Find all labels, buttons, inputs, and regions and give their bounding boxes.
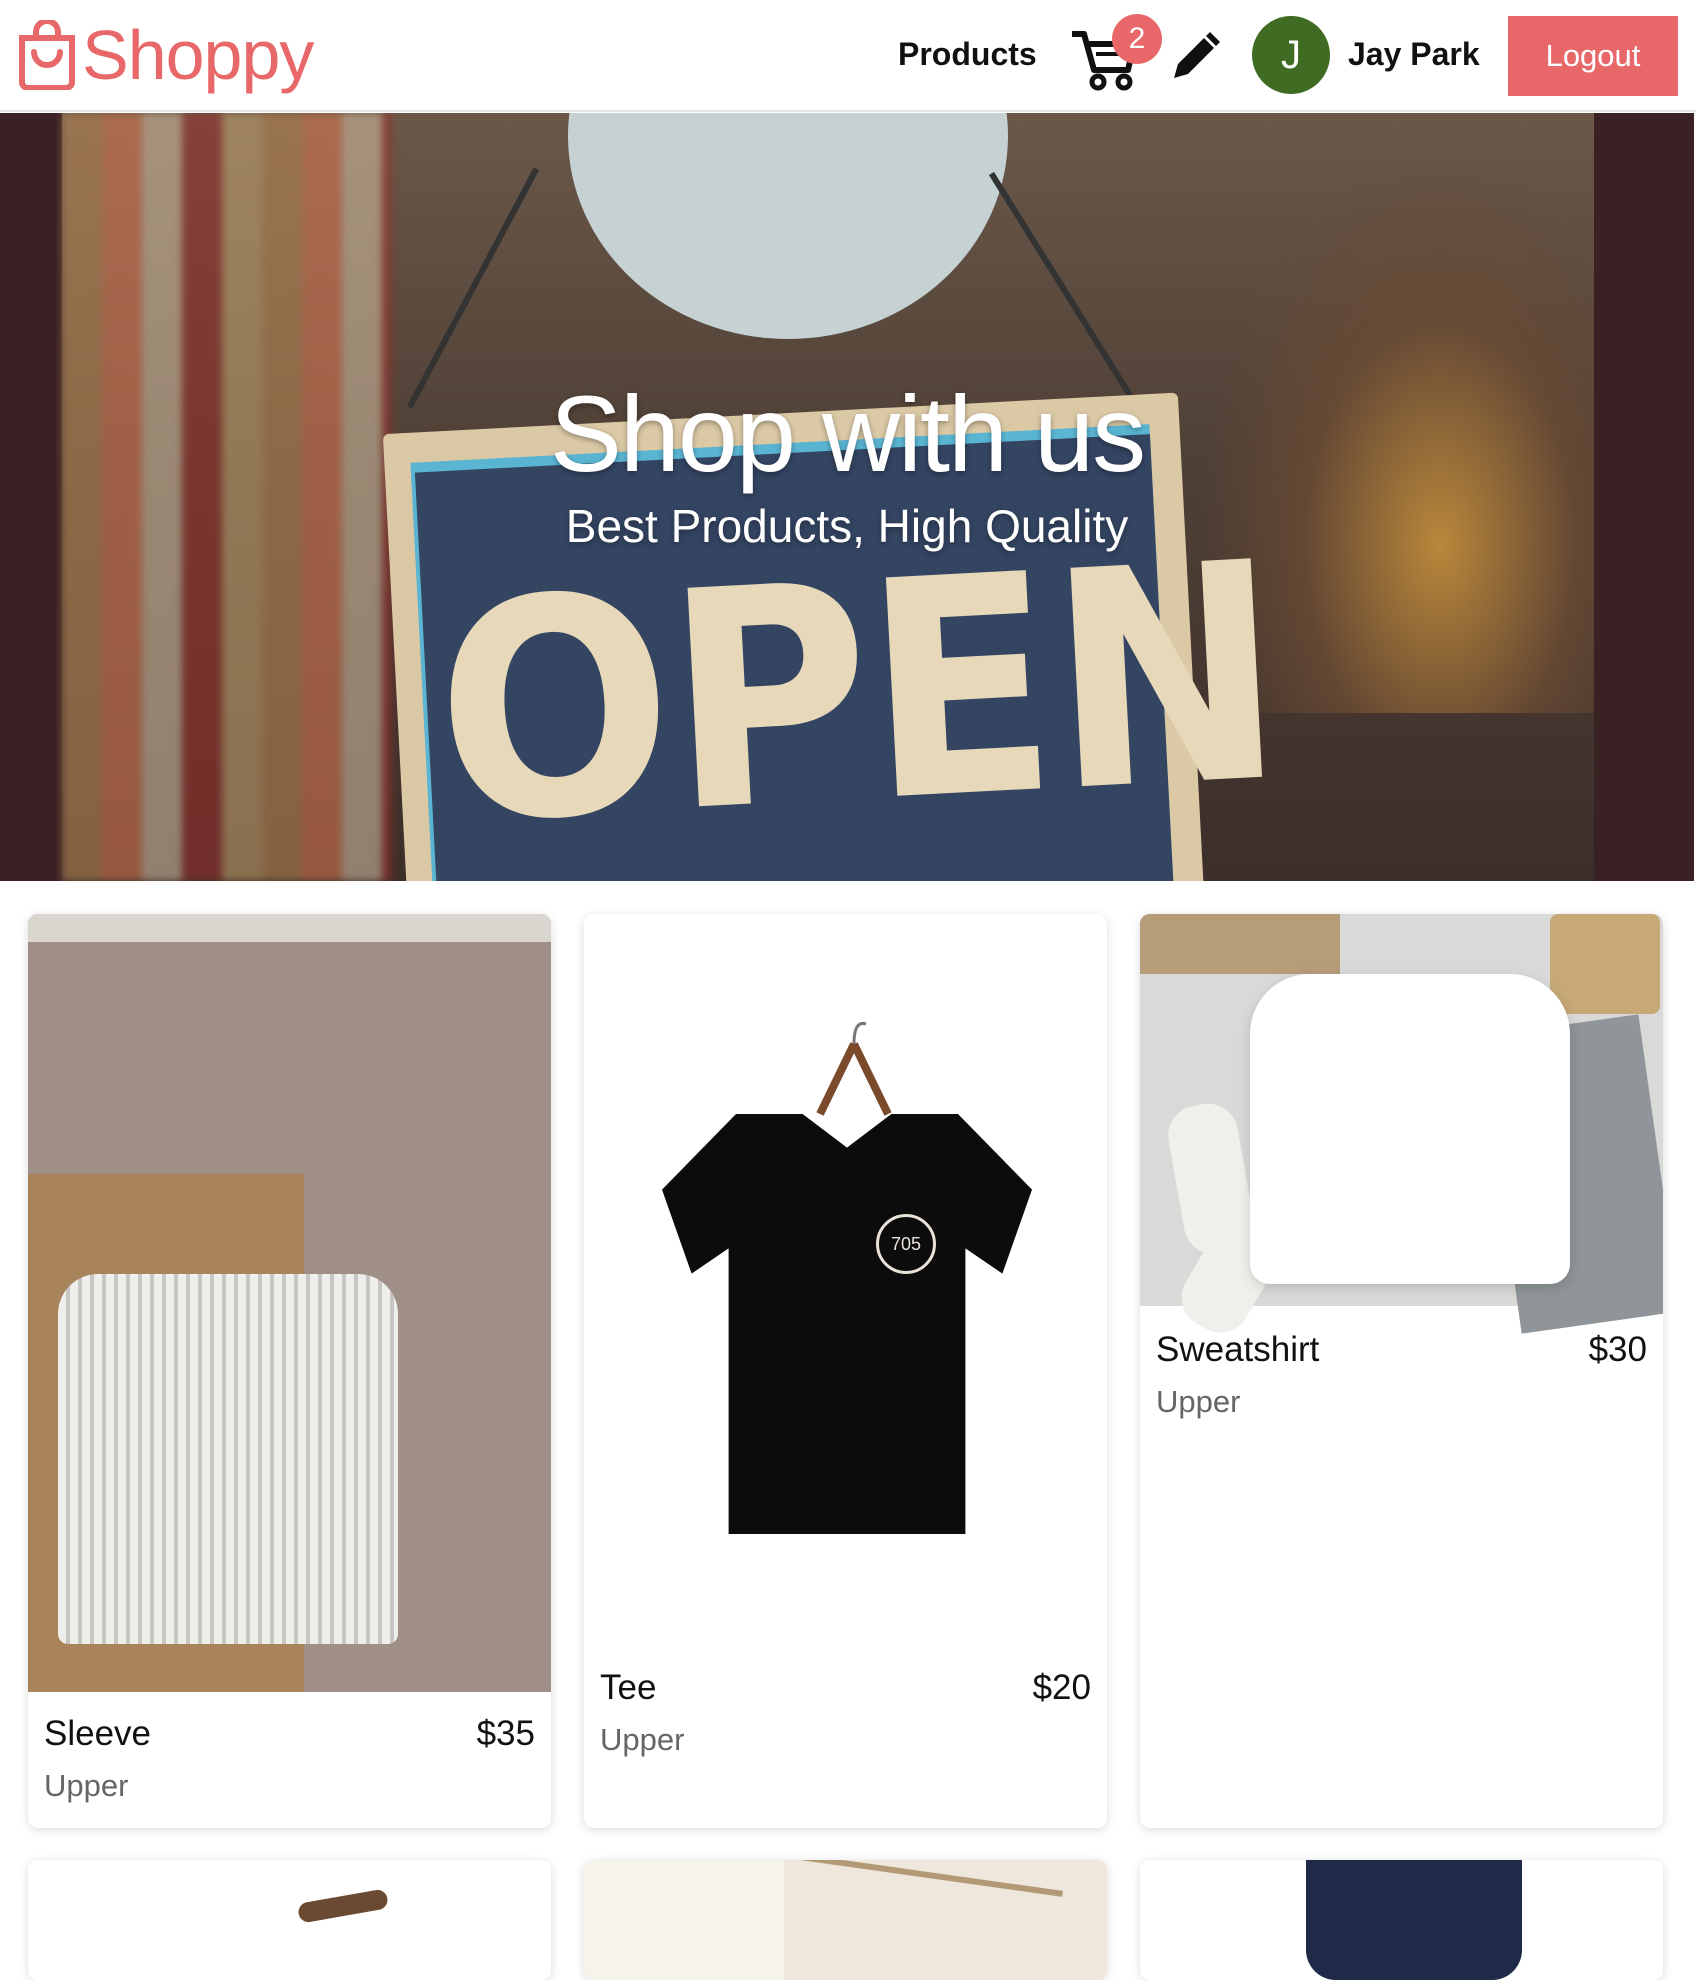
product-image xyxy=(28,1860,551,1980)
product-category: Upper xyxy=(44,1768,129,1803)
product-category: Upper xyxy=(1156,1384,1241,1419)
product-card-sweatshirt[interactable]: Sweatshirt $30 Upper xyxy=(1140,914,1663,1828)
product-price: $35 xyxy=(476,1714,535,1753)
brand-logo[interactable]: Shoppy xyxy=(16,16,314,94)
product-card[interactable] xyxy=(584,1860,1107,1980)
product-image xyxy=(28,914,551,1692)
hero-string-right xyxy=(988,171,1138,405)
user-name: Jay Park xyxy=(1348,36,1480,72)
cart-button[interactable]: 2 xyxy=(1070,14,1162,91)
hero-subtitle: Best Products, High Quality xyxy=(565,500,1129,552)
tee-logo: 705 xyxy=(876,1214,936,1274)
product-card-tee[interactable]: 705 Tee $20 Upper xyxy=(584,914,1107,1828)
product-card[interactable] xyxy=(1140,1860,1663,1980)
product-name: Tee xyxy=(600,1668,657,1707)
nav-products-link[interactable]: Products xyxy=(898,36,1037,73)
product-card[interactable] xyxy=(28,1860,551,1980)
avatar[interactable]: J xyxy=(1252,16,1330,94)
product-price: $20 xyxy=(1032,1668,1091,1707)
brand-name: Shoppy xyxy=(82,16,314,94)
product-image xyxy=(1140,914,1663,1344)
product-name: Sleeve xyxy=(44,1714,152,1753)
pencil-icon[interactable] xyxy=(1168,30,1222,84)
logout-button[interactable]: Logout xyxy=(1508,16,1678,96)
open-sign-text: OPEN xyxy=(428,497,1288,881)
hero-hanging-disc xyxy=(568,113,1008,339)
shopping-bag-icon xyxy=(19,20,75,90)
product-image: 705 xyxy=(584,914,1107,1654)
cart-count-badge: 2 xyxy=(1112,14,1162,64)
product-category: Upper xyxy=(600,1722,685,1757)
hanger xyxy=(816,1021,892,1116)
hero-title: Shop with us xyxy=(549,373,1146,494)
product-image xyxy=(1140,1860,1663,1980)
navbar: Shoppy Products 2 J Jay Park Logout xyxy=(0,0,1696,112)
product-image xyxy=(584,1860,1107,1980)
product-name: Sweatshirt xyxy=(1156,1330,1320,1369)
product-card-sleeve[interactable]: Sleeve $35 Upper xyxy=(28,914,551,1828)
hero-background-left xyxy=(62,113,392,881)
product-price: $30 xyxy=(1588,1330,1647,1369)
hero-frame xyxy=(1594,113,1694,881)
hero-banner: OPEN Shop with us Best Products, High Qu… xyxy=(0,113,1694,881)
